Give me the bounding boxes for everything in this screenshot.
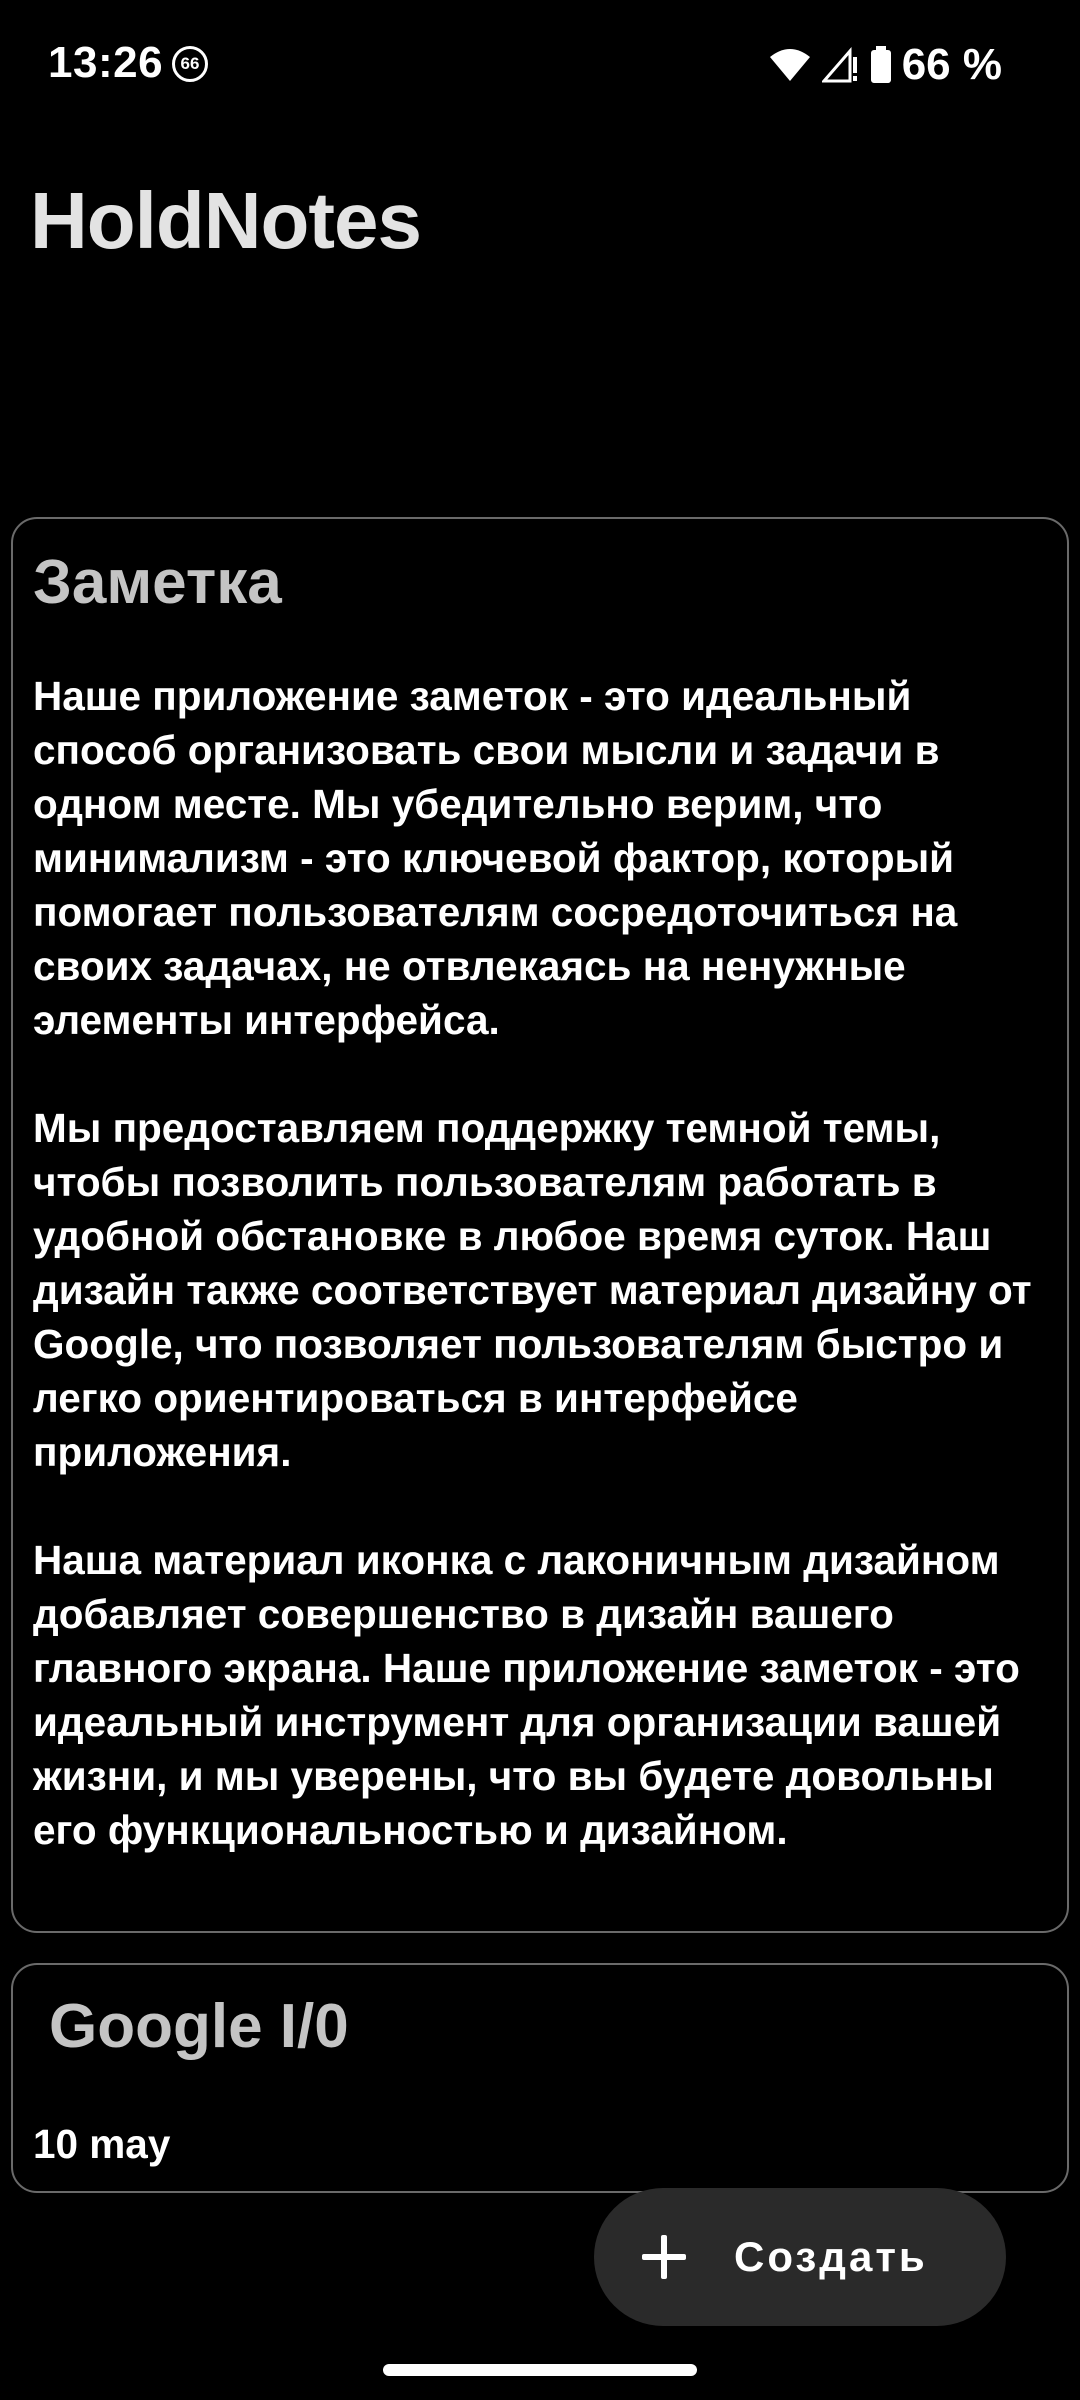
status-indicators: 66 % (768, 40, 1002, 90)
create-button-label: Создать (734, 2233, 928, 2280)
note-body: 10 may (33, 2121, 171, 2167)
battery-percentage: 66 % (901, 40, 1002, 89)
create-note-button[interactable]: Создать (594, 2188, 1006, 2326)
status-time: 13:26 (48, 38, 164, 87)
notification-badge-icon: 66 (172, 46, 208, 82)
gesture-nav-handle[interactable] (383, 2364, 697, 2376)
cell-signal-icon (821, 47, 857, 83)
note-card[interactable]: Заметка Наше приложение заметок - это ид… (11, 517, 1069, 1933)
note-title: Заметка (33, 548, 282, 617)
status-bar: 13:26 66 66 % (0, 0, 1080, 130)
wifi-icon (769, 49, 810, 81)
note-title: Google I/0 (49, 1992, 349, 2061)
note-body: Наше приложение заметок - это идеальный … (33, 673, 1032, 1853)
battery-icon (870, 46, 891, 83)
app-title: HoldNotes (30, 176, 422, 265)
note-card[interactable]: Google I/0 10 may (11, 1963, 1069, 2193)
plus-icon (642, 2235, 686, 2279)
